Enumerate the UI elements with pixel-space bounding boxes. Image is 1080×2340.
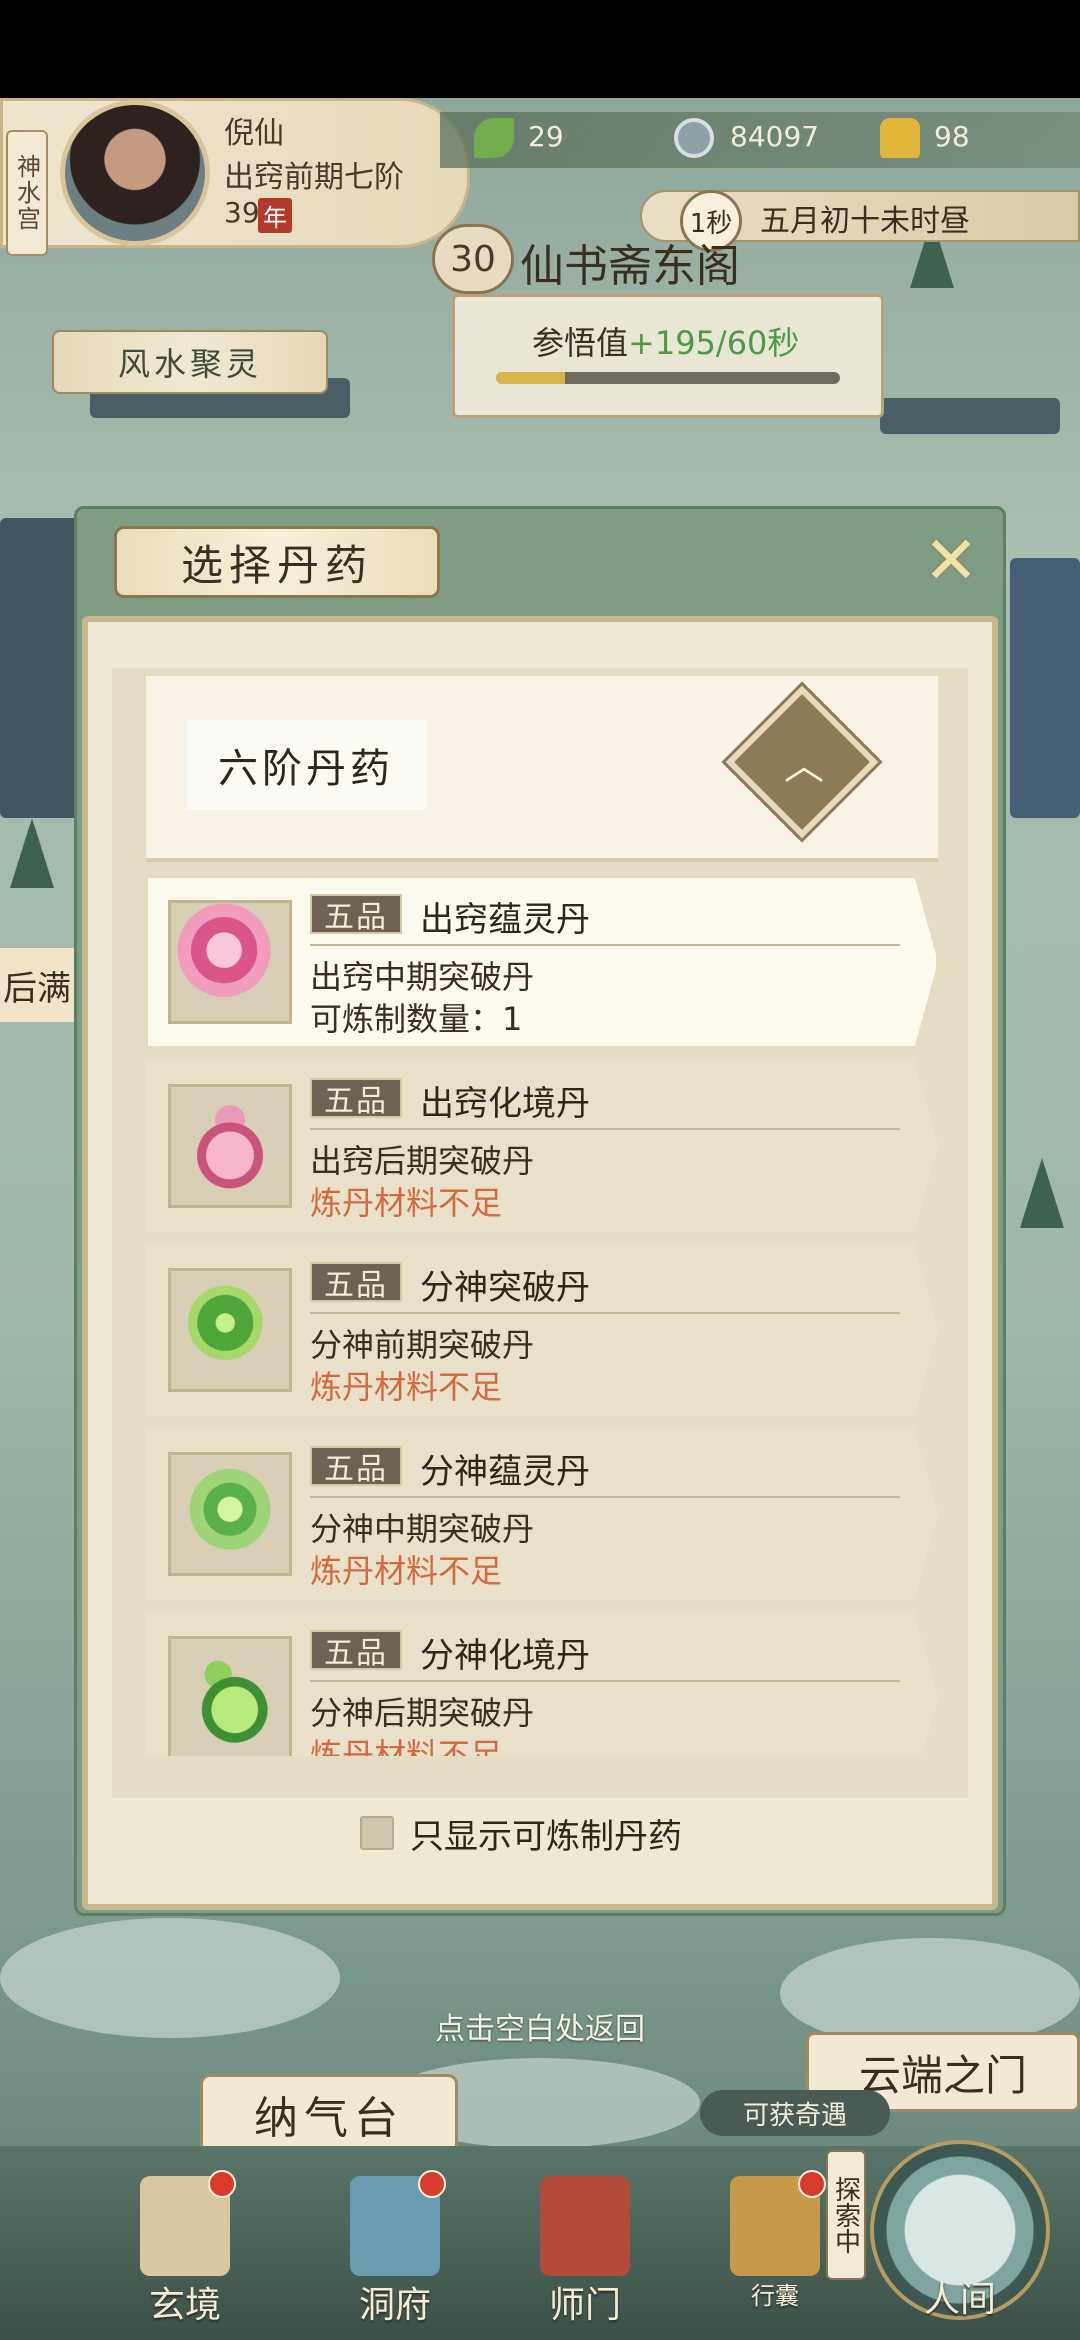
pill-description: 出窍中期突破丹: [310, 958, 535, 996]
pill-item[interactable]: 五品 出窍蕴灵丹出窍中期突破丹 可炼制数量：1: [146, 876, 938, 1048]
pill-name: 出窍化境丹: [420, 1084, 590, 1124]
study-progress-bar: [496, 372, 840, 384]
chevron-up-icon[interactable]: ︿: [780, 738, 828, 789]
pill-grade-badge: 五品: [310, 1446, 402, 1487]
pill-status: 炼丹材料不足: [310, 1736, 503, 1756]
left-edge-label[interactable]: 后满: [0, 948, 74, 1022]
green-lotus-pill-icon: [171, 1455, 289, 1573]
reward-badge: 可获奇遇: [700, 2090, 890, 2136]
pill-status: 炼丹材料不足: [310, 1368, 503, 1406]
pill-item[interactable]: 五品 分神化境丹分神后期突破丹炼丹材料不足: [146, 1612, 938, 1756]
pill-description: 分神前期突破丹: [310, 1326, 535, 1364]
gold-count: 98: [934, 120, 970, 153]
pink-gourd-pill-icon: [171, 1087, 289, 1205]
pill-item[interactable]: 五品 出窍化境丹出窍后期突破丹 炼丹材料不足: [146, 1060, 938, 1232]
pill-item[interactable]: 五品 分神突破丹分神前期突破丹 炼丹材料不足: [146, 1244, 938, 1416]
nav-item[interactable]: 玄境: [110, 2170, 260, 2326]
pill-divider: [310, 1680, 900, 1682]
pill-name: 分神化境丹: [420, 1636, 590, 1676]
coin-count: 84097: [730, 120, 820, 153]
notification-dot: [798, 2170, 826, 2198]
banner-icon[interactable]: [540, 2176, 630, 2276]
study-level-badge: 30: [432, 224, 514, 294]
pill-image-box: [168, 1636, 292, 1756]
study-value: +195/60秒: [628, 324, 800, 362]
dialog-title-plate: 选择丹药: [114, 526, 440, 598]
status-bar: [0, 0, 1080, 98]
nav-item[interactable]: 行囊: [700, 2170, 850, 2326]
fengshui-button[interactable]: 风水聚灵: [52, 330, 328, 394]
pill-grade-badge: 五品: [310, 894, 402, 935]
gold-ingot-icon[interactable]: [880, 118, 920, 158]
green-orb-pill-icon: [171, 1271, 289, 1389]
filter-checkbox[interactable]: [360, 1816, 394, 1850]
sect-tag[interactable]: 神水宫: [6, 130, 48, 256]
pill-name: 出窍蕴灵丹: [420, 900, 590, 940]
nav-item[interactable]: 师门: [510, 2176, 660, 2326]
pill-status: 炼丹材料不足: [310, 1552, 503, 1590]
player-name: 倪仙: [224, 116, 284, 151]
pill-image-box: [168, 1084, 292, 1208]
pill-grade-badge: 五品: [310, 1262, 402, 1303]
pill-description: 分神后期突破丹: [310, 1694, 535, 1732]
study-label: 参悟值+195/60秒: [532, 318, 799, 364]
pill-list[interactable]: 五品 出窍蕴灵丹 出窍中期突破丹 可炼制数量：1 五品 出窍化境丹 出窍后期突破丹 炼丹材料不…: [146, 876, 952, 1756]
pill-image-box: [168, 900, 292, 1024]
dialog-title: 选择丹药: [180, 540, 373, 590]
player-age: 39: [224, 196, 260, 229]
filter-label[interactable]: 只显示可炼制丹药: [410, 1809, 682, 1858]
pill-divider: [310, 1496, 900, 1498]
pill-name: 分神突破丹: [420, 1268, 590, 1308]
pill-status: 炼丹材料不足: [310, 1184, 503, 1222]
jade-count: 29: [528, 120, 564, 153]
study-label-text: 参悟值: [532, 324, 629, 362]
player-realm: 出窍前期七阶: [224, 160, 404, 195]
nav-label: 洞府: [358, 2285, 431, 2326]
close-button[interactable]: ✕: [916, 526, 986, 596]
category-label: 六阶丹药: [186, 720, 426, 810]
coin-icon[interactable]: [674, 118, 714, 158]
notification-dot: [208, 2170, 236, 2198]
pill-image-box: [168, 1268, 292, 1392]
pill-divider: [310, 1128, 900, 1130]
pill-grade-badge: 五品: [310, 1078, 402, 1119]
pill-description: 出窍后期突破丹: [310, 1142, 535, 1180]
notification-dot: [418, 2170, 446, 2198]
nav-label: 玄境: [148, 2285, 221, 2326]
pill-grade-badge: 五品: [310, 1630, 402, 1671]
nav-item[interactable]: 洞府: [320, 2170, 470, 2326]
green-gourd-pill-icon: [171, 1639, 289, 1756]
nav-label: 行囊: [751, 2282, 799, 2310]
avatar[interactable]: [60, 100, 210, 246]
nav-label: 师门: [548, 2285, 621, 2326]
pill-image-box: [168, 1452, 292, 1576]
pill-item[interactable]: 五品 分神蕴灵丹分神中期突破丹 炼丹材料不足: [146, 1428, 938, 1600]
jade-leaf-icon[interactable]: [474, 118, 514, 158]
game-time: 五月初十未时昼: [760, 204, 970, 239]
filter-row[interactable]: 只显示可炼制丹药: [360, 1808, 682, 1858]
study-title[interactable]: 仙书斋东阁: [520, 230, 740, 294]
pill-status: 可炼制数量：1: [310, 1000, 523, 1038]
year-tag: 年: [258, 198, 292, 233]
pill-divider: [310, 1312, 900, 1314]
close-icon[interactable]: ✕: [923, 528, 978, 594]
pink-lotus-pill-icon: [171, 903, 289, 1021]
study-progress-fill: [496, 372, 565, 384]
nav-label-renjian[interactable]: 人间: [870, 2270, 1050, 2322]
pill-name: 分神蕴灵丹: [420, 1452, 590, 1492]
pill-divider: [310, 944, 900, 946]
nqt-plate[interactable]: 纳气台: [200, 2074, 458, 2154]
pill-description: 分神中期突破丹: [310, 1510, 535, 1548]
